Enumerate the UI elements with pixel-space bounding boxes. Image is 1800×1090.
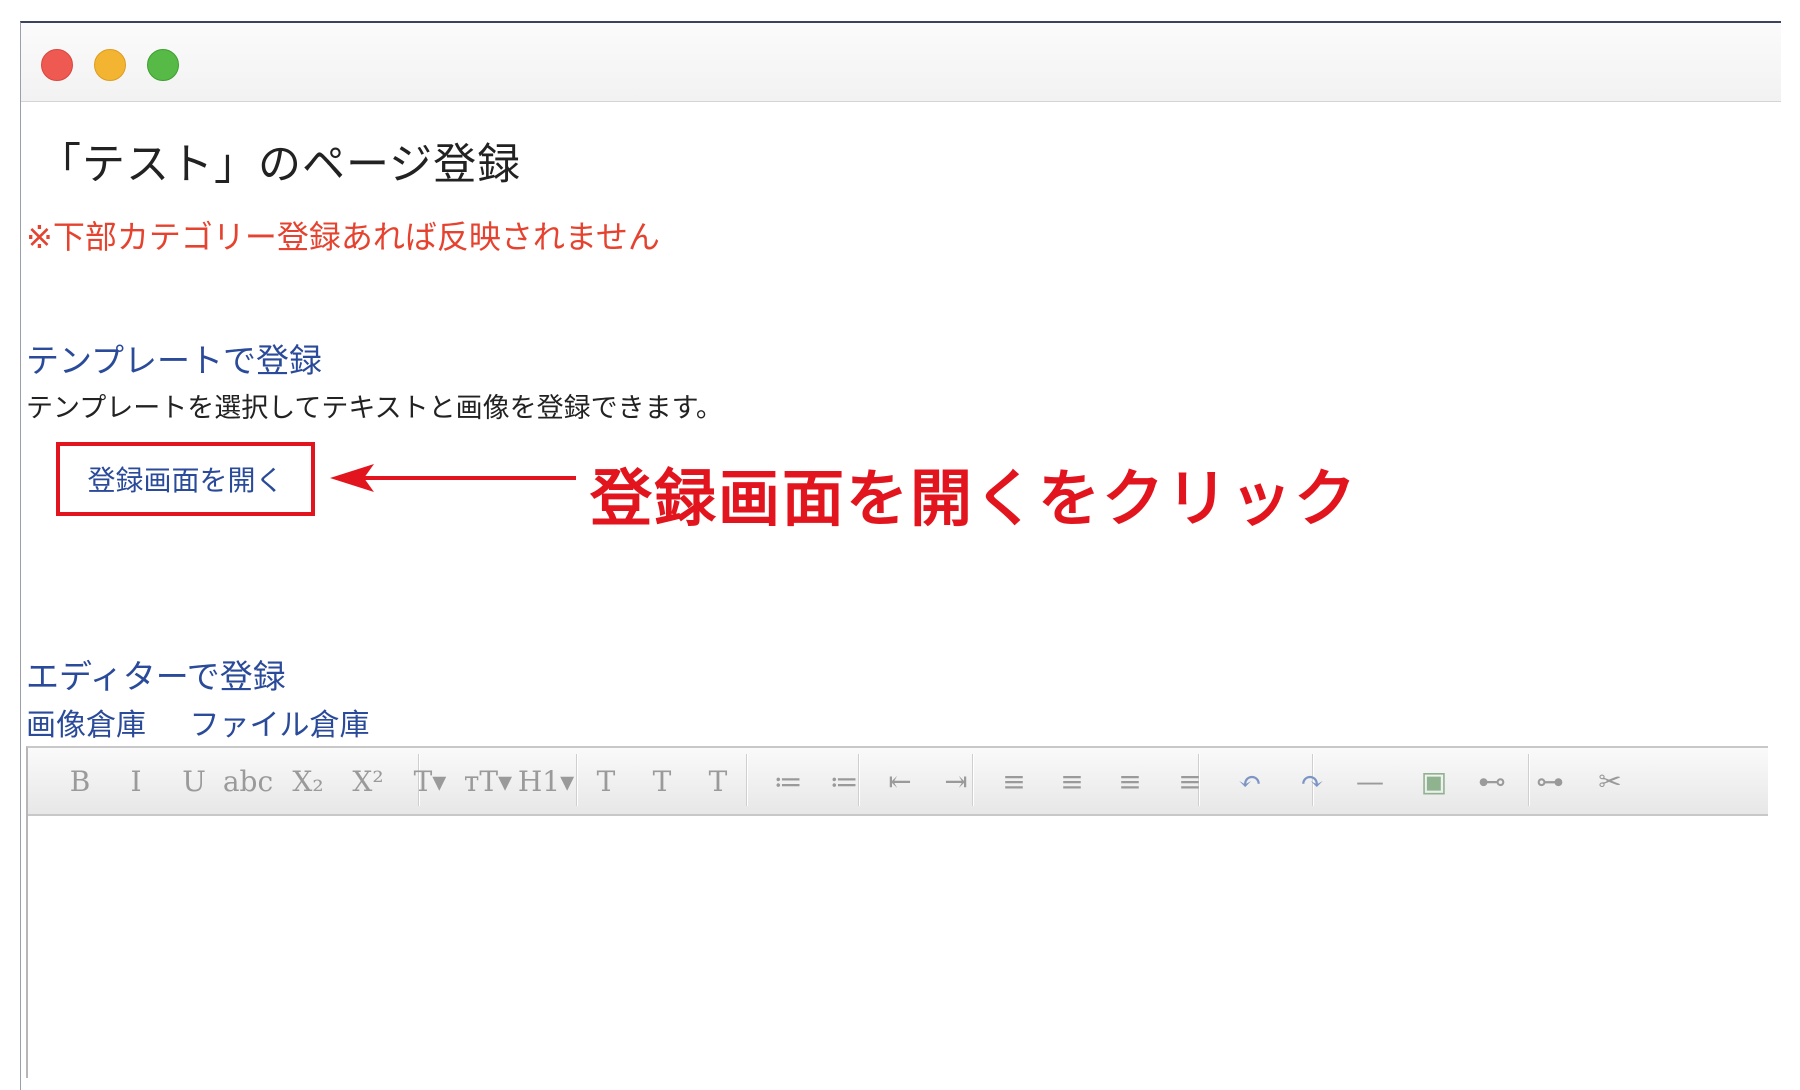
superscript-icon[interactable]: X²	[346, 762, 390, 800]
align-right-icon[interactable]: ≡	[1108, 762, 1152, 800]
template-section-heading: テンプレートで登録	[26, 341, 323, 380]
editor-section-heading: エディターで登録	[26, 657, 286, 696]
storage-links: 画像倉庫 ファイル倉庫	[26, 700, 404, 744]
undo-icon[interactable]: ↶	[1228, 762, 1272, 800]
file-storage-link[interactable]: ファイル倉庫	[190, 708, 370, 743]
close-window-button[interactable]	[41, 49, 73, 81]
minimize-window-button[interactable]	[94, 49, 126, 81]
text-color-icon[interactable]: T	[584, 762, 628, 800]
unlink-icon[interactable]: ⊶	[1528, 762, 1572, 800]
link-icon[interactable]: ⊷	[1470, 762, 1514, 800]
font-size-icon[interactable]: T▾	[408, 762, 452, 800]
template-section-description: テンプレートを選択してテキストと画像を登録できます。	[26, 393, 723, 424]
align-center-icon[interactable]: ≡	[1050, 762, 1094, 800]
align-left-icon[interactable]: ≡	[992, 762, 1036, 800]
open-registration-screen-button[interactable]: 登録画面を開く	[56, 442, 315, 516]
cut-icon[interactable]: ✂	[1588, 762, 1632, 800]
indent-icon[interactable]: ⇥	[934, 762, 978, 800]
click-instruction-callout: 登録画面を開くをクリック	[590, 462, 1359, 535]
underline-icon[interactable]: U	[172, 762, 216, 800]
open-registration-screen-label: 登録画面を開く	[87, 464, 284, 497]
subcategory-notice: ※下部カテゴリー登録あれば反映されません	[26, 218, 660, 256]
editor-toolbar: B I Uabc X₂ X² T▾ тT▾ H1▾ T T T ≔ ≔ ⇤ ⇥ ≡ ≡ ≡ ≡ ↶ ↷ — ▣ ⊷ ⊶ ✂	[28, 748, 1768, 816]
bold-icon[interactable]: B	[58, 762, 102, 800]
font-family-icon[interactable]: тT▾	[464, 762, 512, 800]
bullet-list-icon[interactable]: ≔	[766, 762, 810, 800]
toolbar-separator	[576, 754, 578, 806]
horizontal-rule-icon[interactable]: —	[1348, 762, 1392, 800]
strikethrough-icon[interactable]: abc	[223, 762, 273, 800]
toolbar-separator	[746, 754, 748, 806]
justify-icon[interactable]: ≡	[1168, 762, 1212, 800]
insert-image-icon[interactable]: ▣	[1412, 762, 1456, 800]
outdent-icon[interactable]: ⇤	[878, 762, 922, 800]
heading-icon[interactable]: H1▾	[518, 762, 574, 800]
maximize-window-button[interactable]	[147, 49, 179, 81]
redo-icon[interactable]: ↷	[1290, 762, 1334, 800]
subscript-icon[interactable]: X₂	[286, 762, 330, 800]
italic-icon[interactable]: I	[114, 762, 158, 800]
editor-content-area[interactable]	[28, 816, 1768, 1078]
window-titlebar	[21, 23, 1781, 102]
image-storage-link[interactable]: 画像倉庫	[26, 708, 146, 743]
callout-arrow-icon	[330, 464, 576, 492]
remove-format-icon[interactable]: T	[696, 762, 740, 800]
rich-text-editor: B I Uabc X₂ X² T▾ тT▾ H1▾ T T T ≔ ≔ ⇤ ⇥ ≡ ≡ ≡ ≡ ↶ ↷ — ▣ ⊷ ⊶ ✂	[26, 746, 1768, 1078]
page-title: 「テスト」のページ登録	[38, 140, 522, 190]
numbered-list-icon[interactable]: ≔	[822, 762, 866, 800]
highlight-icon[interactable]: T	[640, 762, 684, 800]
